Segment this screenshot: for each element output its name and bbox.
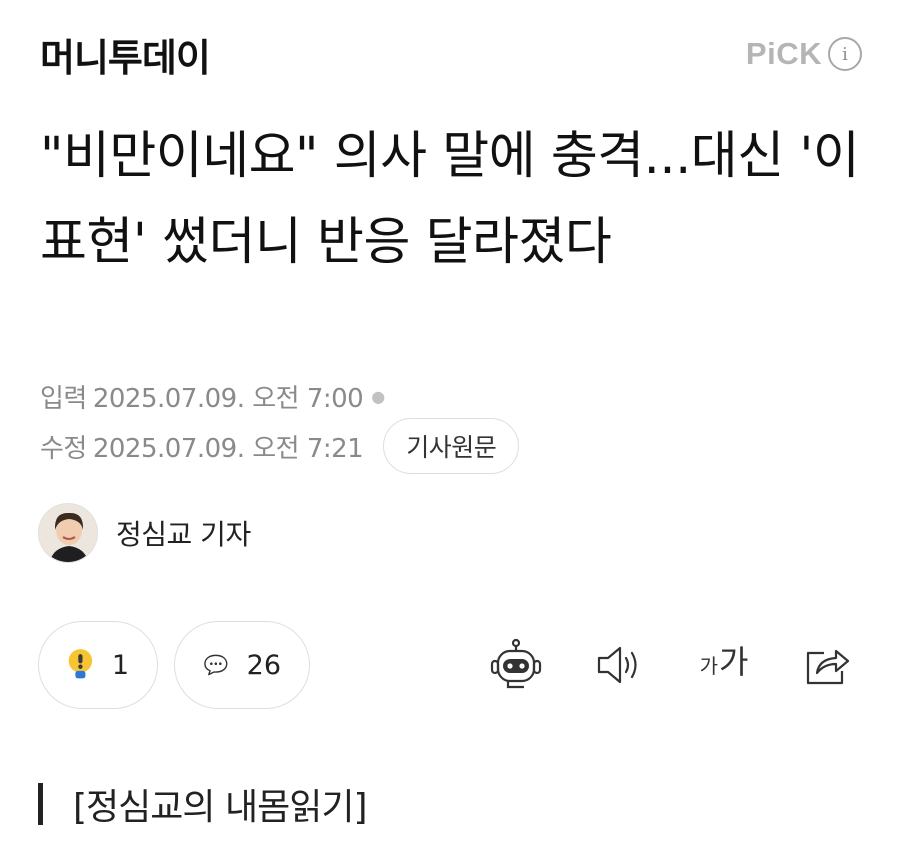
pick-label: PiCK — [745, 36, 822, 71]
info-icon[interactable]: i — [828, 37, 862, 71]
font-size-small-label: 가 — [699, 654, 718, 678]
speaker-icon — [597, 646, 637, 684]
pick-badge[interactable]: PiCK i — [746, 36, 862, 72]
robot-icon — [490, 638, 542, 689]
reporter-avatar[interactable] — [38, 503, 98, 563]
separator-dot: ● — [371, 386, 385, 406]
reaction-count: 1 — [111, 649, 129, 681]
top-bar: 머니투데이 PiCK i — [40, 26, 862, 82]
comment-button[interactable]: 26 — [174, 621, 310, 709]
press-logo[interactable]: 머니투데이 — [40, 27, 211, 82]
modified-label: 수정 — [40, 433, 87, 464]
series-title: [정심교의 내몸읽기] — [73, 787, 367, 828]
share-icon — [806, 649, 850, 685]
share-button[interactable] — [800, 637, 856, 693]
tts-button[interactable] — [592, 637, 648, 693]
comment-count: 26 — [246, 649, 281, 681]
series-label: [정심교의 내몸읽기] — [38, 776, 367, 832]
summary-bot-button[interactable] — [488, 637, 544, 693]
font-size-large-label: 가 — [718, 643, 749, 681]
reporter-photo-icon — [39, 504, 97, 562]
published-label: 입력 — [40, 383, 87, 414]
published-time: 2025.07.09. 오전 7:00 — [92, 383, 364, 414]
published-row: 입력 2025.07.09. 오전 7:00 ● — [40, 376, 385, 416]
reporter-info[interactable]: 정심교 기자 — [38, 503, 251, 563]
action-row: 1 26 가 가 — [38, 620, 860, 710]
reporter-name[interactable]: 정심교 기자 — [116, 513, 251, 553]
speech-bubble-icon — [204, 654, 228, 676]
reaction-button[interactable]: 1 — [38, 621, 158, 709]
section-bar — [38, 783, 43, 825]
font-size-button[interactable]: 가가 — [696, 637, 752, 693]
modified-row: 수정 2025.07.09. 오전 7:21 기사원문 — [40, 418, 520, 474]
modified-time: 2025.07.09. 오전 7:21 — [92, 433, 364, 464]
exclamation-bulb-icon — [68, 649, 93, 679]
article-headline: "비만이네요" 의사 말에 충격...대신 '이 표현' 썼더니 반응 달라졌다 — [40, 127, 860, 272]
original-article-button[interactable]: 기사원문 — [383, 418, 520, 474]
